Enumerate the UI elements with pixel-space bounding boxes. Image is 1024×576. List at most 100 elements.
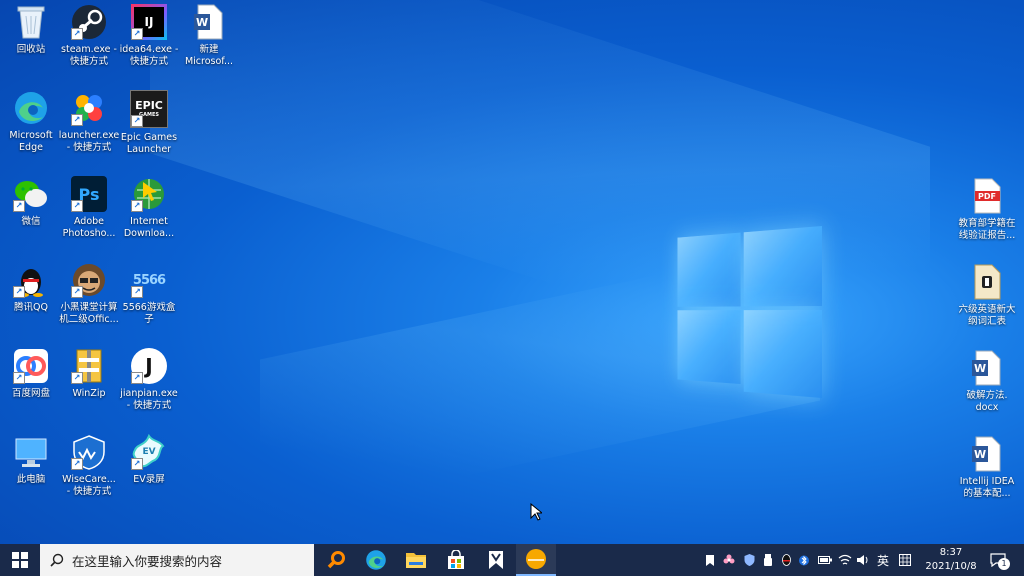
ime-language-indicator[interactable]: 英 <box>874 544 892 576</box>
wechat-icon: ↗ <box>13 176 49 212</box>
desktop-icon-wisecare[interactable]: ↗ WiseCare... - 快捷方式 <box>58 434 120 498</box>
intellij-idea-icon: IJ ↗ <box>131 4 167 40</box>
taskbar-search-box[interactable]: 在这里输入你要搜索的内容 <box>40 544 314 576</box>
tray-bluetooth-icon[interactable] <box>796 544 812 576</box>
winzip-icon: ↗ <box>71 348 107 384</box>
desktop-icon-this-pc[interactable]: 此电脑 <box>0 434 62 486</box>
desktop-icon-ev-recorder[interactable]: EV ↗ EV录屏 <box>118 434 180 486</box>
orange-app-icon <box>526 549 546 569</box>
tray-battery-icon[interactable] <box>816 544 834 576</box>
search-placeholder: 在这里输入你要搜索的内容 <box>72 553 223 569</box>
desktop-icon-winzip[interactable]: ↗ WinZip <box>58 348 120 400</box>
this-pc-icon <box>13 434 49 470</box>
desktop-icon-jianpian[interactable]: J ↗ jianpian.exe - 快捷方式 <box>118 348 180 412</box>
notification-center-button[interactable]: 1 <box>986 544 1010 576</box>
recycle-bin-icon <box>13 4 49 40</box>
shield-icon <box>744 554 754 566</box>
launcher-icon: ↗ <box>71 90 107 126</box>
shortcut-arrow-icon: ↗ <box>71 372 83 384</box>
qq-icon: ↗ <box>13 262 49 298</box>
desktop-icon-intellij-config-doc[interactable]: W Intellij IDEA 的基本配... <box>954 436 1020 500</box>
baidu-netdisk-icon: ↗ <box>13 348 49 384</box>
word-document-icon: W <box>191 4 227 40</box>
microsoft-store-icon <box>448 550 464 569</box>
tray-flower-icon[interactable] <box>720 544 738 576</box>
desktop-icon-recycle-bin[interactable]: 回收站 <box>0 4 62 56</box>
edge-icon <box>13 90 49 126</box>
desktop-icon-crack-method-docx[interactable]: W 破解方法. docx <box>954 350 1020 414</box>
desktop-icon-qq[interactable]: ↗ 腾讯QQ <box>0 262 62 314</box>
epic-games-icon: EPIC GAMES ↗ <box>130 90 168 128</box>
desktop-icon-wechat[interactable]: ↗ 微信 <box>0 176 62 228</box>
shortcut-arrow-icon: ↗ <box>71 286 83 298</box>
shortcut-arrow-icon: ↗ <box>71 200 83 212</box>
start-button[interactable] <box>0 544 40 576</box>
desktop-icon-steam[interactable]: ↗ steam.exe - 快捷方式 <box>58 4 120 68</box>
desktop-icon-edge[interactable]: Microsoft Edge <box>0 90 62 154</box>
taskbar-edge[interactable] <box>356 544 396 576</box>
shortcut-arrow-icon: ↗ <box>13 286 25 298</box>
wisecare-icon: ↗ <box>71 434 107 470</box>
desktop-icon-launcher[interactable]: ↗ launcher.exe - 快捷方式 <box>58 90 120 154</box>
clock-date: 2021/10/8 <box>925 561 977 572</box>
tray-wifi-icon[interactable] <box>836 544 854 576</box>
keyboard-grid-icon <box>899 554 911 566</box>
taskbar-clock[interactable]: 8:37 2021/10/8 <box>920 546 982 574</box>
shortcut-arrow-icon: ↗ <box>13 372 25 384</box>
taskbar: 在这里输入你要搜索的内容 英 8:37 2021/10/8 1 <box>0 544 1024 576</box>
battery-icon <box>818 556 832 564</box>
desktop-icon-photoshop[interactable]: Ps ↗ Adobe Photosho... <box>58 176 120 240</box>
tray-usb-icon[interactable] <box>760 544 776 576</box>
desktop-icon-vocab-list[interactable]: 六级英语新大 纲词汇表 <box>954 264 1020 328</box>
bookmark-app-icon <box>489 551 503 569</box>
taskbar-file-explorer[interactable] <box>396 544 436 576</box>
file-explorer-icon <box>406 553 426 568</box>
tray-volume-icon[interactable] <box>854 544 872 576</box>
desktop-icon-pdf-report[interactable]: PDF 教育部学籍在 线验证报告... <box>954 178 1020 242</box>
taskbar-microsoft-store[interactable] <box>436 544 476 576</box>
search-icon <box>50 553 64 567</box>
desktop-icon-epic-games[interactable]: EPIC GAMES ↗ Epic Games Launcher <box>118 90 180 156</box>
word-document-icon: W <box>969 350 1005 386</box>
internet-download-manager-icon: ↗ <box>131 176 167 212</box>
shortcut-arrow-icon: ↗ <box>131 372 143 384</box>
qq-tray-icon <box>781 554 791 566</box>
tray-ime-mode[interactable] <box>896 544 914 576</box>
desktop-icon-baidu-netdisk[interactable]: ↗ 百度网盘 <box>0 348 62 400</box>
flower-icon <box>723 554 735 564</box>
photoshop-icon: Ps ↗ <box>71 176 107 212</box>
jianpian-icon: J ↗ <box>131 348 167 384</box>
ev-recorder-icon: EV ↗ <box>131 434 167 470</box>
pdf-file-icon: PDF <box>969 178 1005 214</box>
usb-drive-icon <box>764 554 772 566</box>
desktop-icon-new-word-doc[interactable]: W 新建 Microsof... <box>178 4 240 68</box>
desktop-icon-xiaohei-ketang[interactable]: ↗ 小黑课堂计算 机二级Offic... <box>58 262 120 326</box>
shortcut-arrow-icon: ↗ <box>131 200 143 212</box>
5566-game-box-icon: 5566 ↗ <box>131 272 166 298</box>
taskbar-bookmark-app[interactable] <box>476 544 516 576</box>
clock-time: 8:37 <box>939 547 963 558</box>
tray-qq-icon[interactable] <box>778 544 794 576</box>
shortcut-arrow-icon: ↗ <box>71 28 83 40</box>
windows-logo-wallpaper <box>677 226 822 398</box>
desktop-icon-internet-download-manager[interactable]: ↗ Internet Downloa... <box>118 176 180 240</box>
notification-count-badge: 1 <box>998 558 1010 570</box>
wifi-icon <box>838 554 852 565</box>
tray-security-icon[interactable] <box>740 544 758 576</box>
shortcut-arrow-icon: ↗ <box>13 200 25 212</box>
shortcut-arrow-icon: ↗ <box>131 286 143 298</box>
search-app-icon <box>327 551 345 569</box>
bluetooth-icon <box>799 555 809 565</box>
windows-start-icon <box>12 552 28 568</box>
shortcut-arrow-icon: ↗ <box>131 458 143 470</box>
shortcut-arrow-icon: ↗ <box>71 458 83 470</box>
tray-app-icon[interactable] <box>702 544 718 576</box>
desktop-icon-5566-game-box[interactable]: 5566 ↗ 5566游戏盒 子 <box>118 262 180 326</box>
shortcut-arrow-icon: ↗ <box>131 115 143 127</box>
volume-icon <box>857 555 868 565</box>
desktop-icon-intellij-idea[interactable]: IJ ↗ idea64.exe - 快捷方式 <box>118 4 180 68</box>
taskbar-search-app[interactable] <box>316 544 356 576</box>
taskbar-orange-app[interactable] <box>516 544 556 576</box>
edge-icon <box>366 550 386 570</box>
xiaohei-ketang-icon: ↗ <box>71 262 107 298</box>
